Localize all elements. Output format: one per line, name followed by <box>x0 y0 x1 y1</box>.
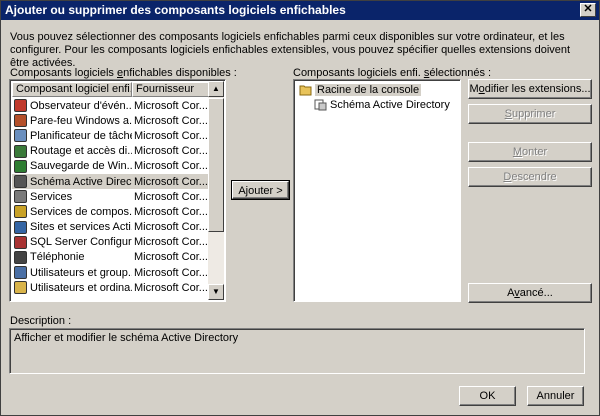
list-item[interactable]: Sites et services Acti... Microsoft Cor..… <box>12 220 216 235</box>
add-button[interactable]: Ajouter > <box>231 180 290 200</box>
tree-child[interactable]: Schéma Active Directory <box>312 97 450 112</box>
item-provider: Microsoft Cor... <box>134 160 208 173</box>
item-name: Utilisateurs et ordina... <box>30 281 132 294</box>
services-icon <box>14 190 27 204</box>
move-up-button[interactable]: Monter <box>468 142 592 162</box>
description-box: Afficher et modifier le schéma Active Di… <box>9 328 585 374</box>
remove-button[interactable]: Supprimer <box>468 104 592 124</box>
item-provider: Microsoft Cor... <box>134 175 208 188</box>
item-name: Observateur d'évén... <box>30 99 132 112</box>
available-label: Composants logiciels enfichables disponi… <box>10 67 237 79</box>
task-scheduler-icon <box>14 129 27 143</box>
tree-child-label: Schéma Active Directory <box>330 98 450 111</box>
selected-label: Composants logiciels enfi. sélectionnés … <box>293 67 492 79</box>
list-item[interactable]: Observateur d'évén... Microsoft Cor... <box>12 98 216 113</box>
sites-icon <box>14 220 27 234</box>
item-name: Sites et services Acti... <box>30 221 132 234</box>
item-provider: Microsoft Cor... <box>134 236 208 249</box>
users-icon <box>14 266 27 280</box>
item-provider: Microsoft Cor... <box>134 266 208 279</box>
list-item[interactable]: Pare-feu Windows a... Microsoft Cor... <box>12 113 216 128</box>
scroll-up-button[interactable]: ▲ <box>208 81 224 97</box>
scroll-down-button[interactable]: ▼ <box>208 284 224 300</box>
edit-extensions-button[interactable]: Modifier les extensions... <box>468 79 592 99</box>
item-provider: Microsoft Cor... <box>134 145 208 158</box>
list-item[interactable]: Schéma Active Direc... Microsoft Cor... <box>12 173 216 190</box>
component-services-icon <box>14 205 27 219</box>
available-rows: Observateur d'évén... Microsoft Cor... Par… <box>12 98 216 295</box>
close-button[interactable]: ✕ <box>580 3 596 17</box>
item-name: Services <box>30 190 73 203</box>
sql-icon <box>14 235 27 249</box>
item-name: Schéma Active Direc... <box>30 175 132 188</box>
item-provider: Microsoft Cor... <box>134 99 208 112</box>
item-provider: Microsoft Cor... <box>134 281 208 294</box>
scroll-thumb[interactable] <box>208 98 224 232</box>
intro-text: Vous pouvez sélectionner des composants … <box>10 31 571 69</box>
telephony-icon <box>14 250 27 264</box>
description-text: Afficher et modifier le schéma Active Di… <box>14 332 239 344</box>
firewall-icon <box>14 114 27 128</box>
item-name: Sauvegarde de Win... <box>30 160 132 173</box>
item-name: Routage et accès di... <box>30 145 132 158</box>
list-item[interactable]: Services de compos... Microsoft Cor... <box>12 204 216 219</box>
list-item[interactable]: Utilisateurs et group... Microsoft Cor... <box>12 265 216 280</box>
cancel-button[interactable]: Annuler <box>527 386 584 406</box>
description-label: Description : <box>10 315 72 327</box>
advanced-button[interactable]: Avancé... <box>468 283 592 303</box>
snapin-dialog: Ajouter ou supprimer des composants logi… <box>0 0 600 416</box>
list-item[interactable]: Routage et accès di... Microsoft Cor... <box>12 144 216 159</box>
item-provider: Microsoft Cor... <box>134 129 208 142</box>
column-header-name[interactable]: Composant logiciel enfi... <box>12 82 132 97</box>
item-provider: Microsoft Cor... <box>134 114 208 127</box>
users-computers-icon <box>14 281 27 295</box>
folder-icon <box>299 85 312 96</box>
item-name: Pare-feu Windows a... <box>30 114 132 127</box>
item-provider: Microsoft Cor... <box>134 205 208 218</box>
schema-icon <box>14 175 27 189</box>
move-down-button[interactable]: Descendre <box>468 167 592 187</box>
selected-tree[interactable]: Racine de la console Schéma Active Direc… <box>293 79 461 302</box>
ok-button[interactable]: OK <box>459 386 516 406</box>
event-viewer-icon <box>14 99 27 113</box>
available-list[interactable]: Composant logiciel enfi... Fournisseur O… <box>9 79 226 302</box>
available-list-header: Composant logiciel enfi... Fournisseur <box>12 82 210 97</box>
list-item[interactable]: Services Microsoft Cor... <box>12 189 216 204</box>
tree-root-label: Racine de la console <box>315 83 422 96</box>
backup-icon <box>14 159 27 173</box>
tree-root[interactable]: Racine de la console <box>297 82 422 97</box>
item-name: SQL Server Configur... <box>30 236 132 249</box>
item-provider: Microsoft Cor... <box>134 221 208 234</box>
schema-icon <box>314 99 327 111</box>
list-item[interactable]: SQL Server Configur... Microsoft Cor... <box>12 235 216 250</box>
item-name: Téléphonie <box>30 251 85 264</box>
list-item[interactable]: Planificateur de tâches Microsoft Cor... <box>12 128 216 143</box>
routing-icon <box>14 144 27 158</box>
vertical-scrollbar[interactable]: ▲ ▼ <box>208 81 224 300</box>
item-provider: Microsoft Cor... <box>134 190 208 203</box>
window-title: Ajouter ou supprimer des composants logi… <box>5 3 346 17</box>
close-icon: ✕ <box>583 3 593 15</box>
title-bar[interactable]: Ajouter ou supprimer des composants logi… <box>1 1 599 20</box>
list-item[interactable]: Téléphonie Microsoft Cor... <box>12 250 216 265</box>
item-name: Utilisateurs et group... <box>30 266 132 279</box>
list-item[interactable]: Utilisateurs et ordina... Microsoft Cor..… <box>12 280 216 295</box>
item-name: Planificateur de tâches <box>30 129 132 142</box>
column-header-provider[interactable]: Fournisseur <box>132 82 210 97</box>
item-provider: Microsoft Cor... <box>134 251 208 264</box>
list-item[interactable]: Sauvegarde de Win... Microsoft Cor... <box>12 159 216 174</box>
item-name: Services de compos... <box>30 205 132 218</box>
